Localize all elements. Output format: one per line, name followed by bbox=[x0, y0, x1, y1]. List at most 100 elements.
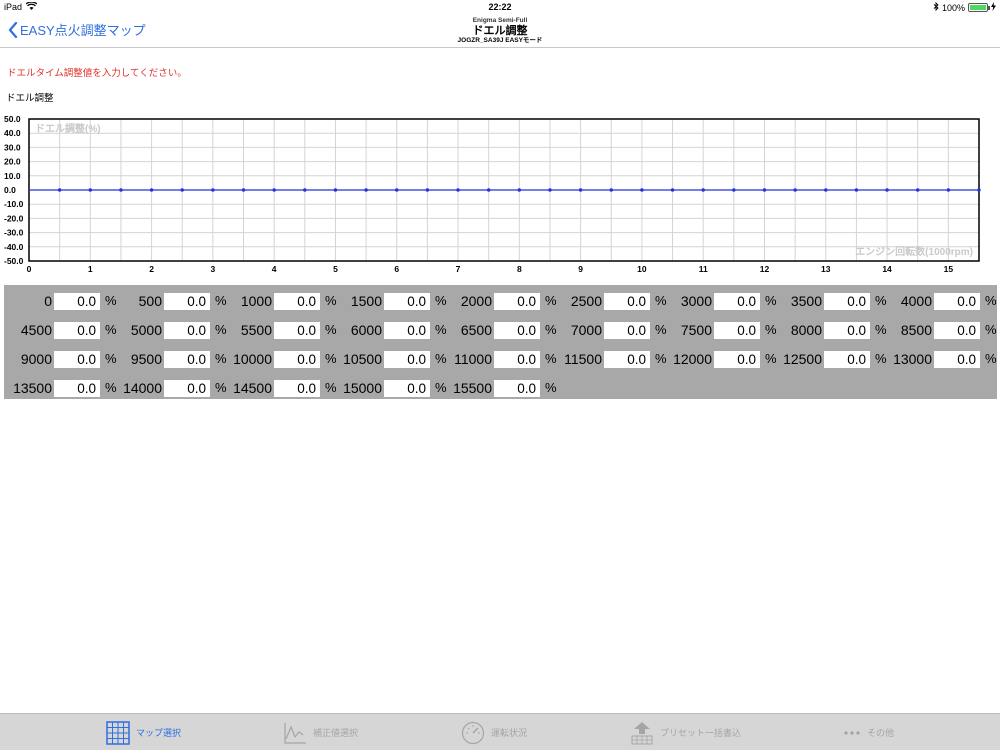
data-point bbox=[456, 188, 460, 192]
speedometer-icon bbox=[461, 721, 485, 744]
dwell-value-field[interactable]: 0.0 bbox=[934, 351, 980, 368]
percent-unit: % bbox=[765, 351, 777, 366]
bluetooth-icon bbox=[933, 1, 939, 13]
rpm-label: 9000 bbox=[20, 351, 52, 367]
dwell-value-field[interactable]: 0.0 bbox=[274, 322, 320, 339]
rpm-label: 8500 bbox=[900, 322, 932, 338]
percent-unit: % bbox=[435, 293, 447, 308]
dwell-value-field[interactable]: 0.0 bbox=[604, 293, 650, 310]
charging-icon bbox=[991, 2, 996, 13]
rpm-label: 1500 bbox=[350, 293, 382, 309]
y-tick-label: 20.0 bbox=[4, 157, 21, 167]
dwell-value-field[interactable]: 0.0 bbox=[274, 293, 320, 310]
dwell-value-field[interactable]: 0.0 bbox=[164, 293, 210, 310]
dwell-value-field[interactable]: 0.0 bbox=[384, 351, 430, 368]
tab-label: その他 bbox=[867, 728, 895, 738]
rpm-label: 11000 bbox=[454, 351, 492, 367]
rpm-label: 11500 bbox=[564, 351, 602, 367]
dwell-value-field[interactable]: 0.0 bbox=[494, 293, 540, 310]
dwell-value-field[interactable]: 0.0 bbox=[934, 322, 980, 339]
x-tick-label: 12 bbox=[760, 264, 770, 274]
dwell-value-field[interactable]: 0.0 bbox=[824, 293, 870, 310]
tab-preset-bulk-write[interactable]: プリセット一括書込 bbox=[630, 714, 741, 750]
dwell-value-field[interactable]: 0.0 bbox=[54, 293, 100, 310]
data-point bbox=[854, 188, 859, 192]
y-tick-label: 50.0 bbox=[4, 114, 21, 124]
data-point bbox=[303, 188, 307, 192]
battery-percent: 100% bbox=[941, 2, 965, 13]
x-tick-label: 13 bbox=[821, 264, 831, 274]
dwell-value-field[interactable]: 0.0 bbox=[164, 351, 210, 368]
dwell-value-field[interactable]: 0.0 bbox=[824, 322, 870, 339]
percent-unit: % bbox=[435, 380, 447, 395]
y-tick-label: 10.0 bbox=[4, 171, 21, 181]
data-point bbox=[395, 188, 399, 192]
dwell-value-field[interactable]: 0.0 bbox=[714, 322, 760, 339]
percent-unit: % bbox=[435, 351, 447, 366]
dwell-value-field[interactable]: 0.0 bbox=[54, 351, 100, 368]
data-point bbox=[149, 188, 154, 192]
rpm-label: 6500 bbox=[460, 322, 492, 338]
dwell-value-field[interactable]: 0.0 bbox=[714, 351, 760, 368]
dwell-value-field[interactable]: 0.0 bbox=[164, 380, 210, 397]
data-point bbox=[486, 188, 491, 192]
battery-icon bbox=[968, 3, 990, 12]
dwell-value-field[interactable]: 0.0 bbox=[384, 293, 430, 310]
y-tick-label: -50.0 bbox=[4, 256, 24, 266]
dwell-value-field[interactable]: 0.0 bbox=[54, 380, 100, 397]
dwell-value-field[interactable]: 0.0 bbox=[714, 293, 760, 310]
dwell-value-field[interactable]: 0.0 bbox=[164, 322, 210, 339]
data-point bbox=[180, 188, 184, 192]
page-title: ドエル調整 bbox=[472, 24, 528, 37]
percent-unit: % bbox=[875, 293, 887, 308]
rpm-label: 12500 bbox=[783, 351, 822, 367]
dwell-value-field[interactable]: 0.0 bbox=[604, 322, 650, 339]
dwell-chart: 50.0 40.0 30.0 20.0 10.0 0.0 -10.0 -20.0 -30.0 -4… bbox=[0, 112, 1000, 274]
nav-title-block: Enigma Semi-Full ドエル調整 JOGZR_SA39J EASYモ… bbox=[0, 17, 1000, 44]
rpm-label: 6000 bbox=[350, 322, 382, 338]
x-tick-label: 11 bbox=[699, 264, 708, 274]
x-tick-label: 5 bbox=[333, 264, 338, 274]
tab-map-select[interactable]: マップ選択 bbox=[106, 714, 181, 750]
dwell-value-field[interactable]: 0.0 bbox=[934, 293, 980, 310]
dwell-value-field[interactable]: 0.0 bbox=[54, 322, 100, 339]
more-icon bbox=[844, 730, 860, 735]
dwell-value-field[interactable]: 0.0 bbox=[604, 351, 650, 368]
dwell-value-field[interactable]: 0.0 bbox=[384, 322, 430, 339]
rpm-label: 15000 bbox=[343, 380, 382, 396]
data-point bbox=[211, 188, 215, 192]
data-point bbox=[119, 188, 123, 192]
dwell-value-field[interactable]: 0.0 bbox=[494, 351, 540, 368]
data-point bbox=[578, 188, 583, 192]
percent-unit: % bbox=[545, 293, 557, 308]
rpm-label: 9500 bbox=[130, 351, 162, 367]
x-tick-label: 7 bbox=[456, 264, 461, 274]
rpm-label: 12000 bbox=[673, 351, 712, 367]
rpm-label: 14500 bbox=[233, 380, 272, 396]
dwell-value-field[interactable]: 0.0 bbox=[494, 322, 540, 339]
dwell-value-field[interactable]: 0.0 bbox=[824, 351, 870, 368]
percent-unit: % bbox=[655, 293, 667, 308]
y-tick-label: -20.0 bbox=[4, 213, 24, 223]
dwell-value-field[interactable]: 0.0 bbox=[274, 351, 320, 368]
nav-subtitle-bottom: JOGZR_SA39J EASYモード bbox=[457, 36, 543, 44]
x-tick-label: 9 bbox=[578, 264, 583, 274]
tab-other[interactable]: その他 bbox=[843, 714, 894, 750]
dwell-value-field[interactable]: 0.0 bbox=[494, 380, 540, 397]
data-point bbox=[425, 188, 430, 192]
y-tick-label: -30.0 bbox=[4, 228, 24, 238]
tab-label: 補正値選択 bbox=[313, 728, 359, 738]
x-tick-label: 8 bbox=[517, 264, 522, 274]
rpm-label: 13000 bbox=[893, 351, 932, 367]
tab-driving-status[interactable]: 運転状況 bbox=[461, 714, 527, 750]
data-point bbox=[977, 188, 981, 192]
dwell-value-field[interactable]: 0.0 bbox=[274, 380, 320, 397]
data-point bbox=[333, 188, 338, 192]
x-tick-label: 3 bbox=[211, 264, 216, 274]
dwell-value-field[interactable]: 0.0 bbox=[384, 380, 430, 397]
percent-unit: % bbox=[215, 322, 227, 337]
rpm-label: 14000 bbox=[123, 380, 162, 396]
data-point bbox=[732, 188, 736, 192]
tab-label: プリセット一括書込 bbox=[660, 728, 742, 738]
tab-correction-select[interactable]: 補正値選択 bbox=[283, 714, 358, 750]
